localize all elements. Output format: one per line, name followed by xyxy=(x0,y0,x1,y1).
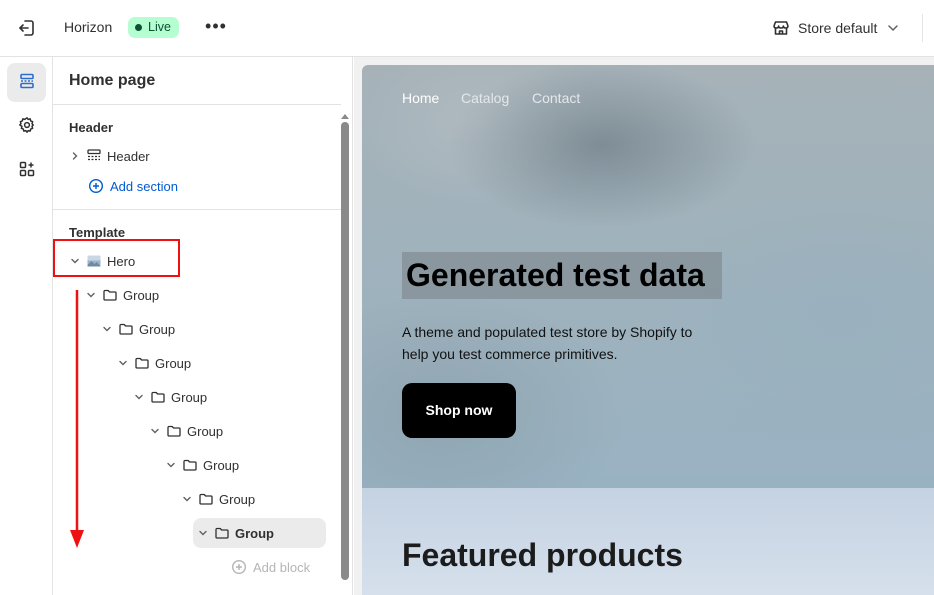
sections-icon xyxy=(18,72,36,93)
chevron-down-icon[interactable] xyxy=(99,321,115,337)
add-block-label: Add block xyxy=(253,559,311,575)
page-title: Home page xyxy=(69,72,156,89)
top-bar: Horizon Live ••• Store default xyxy=(0,0,934,57)
tree-item-label: Group xyxy=(139,321,176,337)
icon-rail xyxy=(0,57,53,595)
tree-item-label: Group xyxy=(171,389,208,405)
apps-nav-button[interactable] xyxy=(7,151,46,190)
chevron-down-icon[interactable] xyxy=(179,491,195,507)
chevron-down-icon[interactable] xyxy=(131,389,147,405)
chevron-down-icon[interactable] xyxy=(147,423,163,439)
folder-icon xyxy=(149,388,167,406)
sidebar-scrollbar[interactable] xyxy=(341,122,349,580)
down-arrow-annotation xyxy=(70,290,84,548)
chevron-right-icon[interactable] xyxy=(67,148,83,164)
settings-nav-button[interactable] xyxy=(7,107,46,146)
add-section-link[interactable]: Add section xyxy=(88,178,178,194)
folder-icon xyxy=(101,286,119,304)
folder-icon xyxy=(133,354,151,372)
folder-icon xyxy=(213,524,231,542)
tree-item-header[interactable]: Header xyxy=(67,142,337,170)
shop-now-button[interactable]: Shop now xyxy=(402,383,516,438)
hero-section[interactable]: Home Catalog Contact Generated test data… xyxy=(362,65,934,488)
preview-canvas: Home Catalog Contact Generated test data… xyxy=(362,65,934,595)
gear-icon xyxy=(18,116,36,137)
status-badge: Live xyxy=(128,17,179,38)
nav-link-home[interactable]: Home xyxy=(402,90,439,106)
tree-item-label: Group xyxy=(219,491,256,507)
chevron-down-icon[interactable] xyxy=(886,21,900,35)
add-section-label: Add section xyxy=(110,178,178,194)
divider xyxy=(53,209,341,210)
exit-icon[interactable] xyxy=(16,17,38,39)
store-selector[interactable]: Store default xyxy=(798,20,877,36)
tree-item-group[interactable]: Group xyxy=(163,451,337,479)
nav-link-contact[interactable]: Contact xyxy=(532,90,580,106)
sections-sidebar: Home page Header Header Add section Temp… xyxy=(53,57,353,595)
add-block-link[interactable]: Add block xyxy=(231,559,310,575)
chevron-down-icon[interactable] xyxy=(195,525,211,541)
tree-item-label: Group xyxy=(155,355,192,371)
tree-item-label: Group xyxy=(203,457,240,473)
chevron-down-icon[interactable] xyxy=(163,457,179,473)
tree-item-label: Group xyxy=(235,525,274,541)
sections-nav-button[interactable] xyxy=(7,63,46,102)
store-icon xyxy=(771,18,791,38)
tree-item-group-selected[interactable]: Group xyxy=(193,518,326,548)
hero-subtitle: A theme and populated test store by Shop… xyxy=(402,324,693,362)
header-group-heading: Header xyxy=(69,120,114,135)
featured-products-section[interactable]: Featured products xyxy=(362,488,934,595)
nav-link-catalog[interactable]: Catalog xyxy=(461,90,509,106)
featured-title: Featured products xyxy=(402,537,683,573)
apps-icon xyxy=(18,160,36,181)
tree-item-group[interactable]: Group xyxy=(131,383,337,411)
folder-icon xyxy=(181,456,199,474)
tree-item-group[interactable]: Group xyxy=(147,417,337,445)
tree-item-group[interactable]: Group xyxy=(115,349,337,377)
hero-title[interactable]: Generated test data xyxy=(406,257,705,294)
theme-name: Horizon xyxy=(64,19,113,35)
tree-item-label: Group xyxy=(187,423,224,439)
tree-item-label: Group xyxy=(123,287,160,303)
tree-item-group[interactable]: Group xyxy=(83,281,337,309)
divider xyxy=(53,104,341,105)
chevron-down-icon[interactable] xyxy=(115,355,131,371)
tree-item-label: Header xyxy=(107,148,150,164)
storefront-preview: Home Catalog Contact Generated test data… xyxy=(354,57,934,595)
folder-icon xyxy=(197,490,215,508)
folder-icon xyxy=(117,320,135,338)
template-group-heading: Template xyxy=(69,225,126,240)
header-layout-icon xyxy=(85,147,103,165)
topbar-divider xyxy=(922,14,923,42)
plus-circle-icon xyxy=(88,178,104,194)
more-actions-button[interactable]: ••• xyxy=(204,14,228,38)
tree-item-group[interactable]: Group xyxy=(99,315,337,343)
tree-item-group[interactable]: Group xyxy=(179,485,337,513)
plus-circle-icon xyxy=(231,559,247,575)
hero-highlight-box xyxy=(53,239,180,277)
scroll-up-arrow-icon[interactable] xyxy=(340,108,350,119)
folder-icon xyxy=(165,422,183,440)
